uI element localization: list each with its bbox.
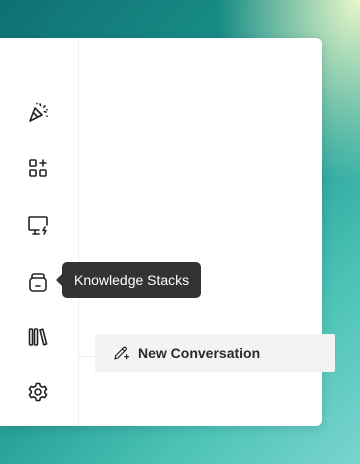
library-books-icon[interactable] (26, 325, 50, 349)
grid-plus-icon[interactable] (26, 156, 50, 180)
sidebar (0, 38, 79, 426)
new-conversation-button[interactable]: New Conversation (95, 334, 335, 372)
knowledge-stack-icon[interactable] (26, 270, 50, 294)
gear-icon[interactable] (26, 380, 50, 404)
knowledge-stacks-tooltip: Knowledge Stacks (55, 262, 202, 298)
new-conversation-label: New Conversation (138, 345, 261, 361)
party-popper-icon[interactable] (26, 100, 50, 124)
pen-plus-icon (114, 346, 130, 360)
monitor-bolt-icon[interactable] (26, 213, 50, 237)
tooltip-text: Knowledge Stacks (74, 272, 190, 288)
